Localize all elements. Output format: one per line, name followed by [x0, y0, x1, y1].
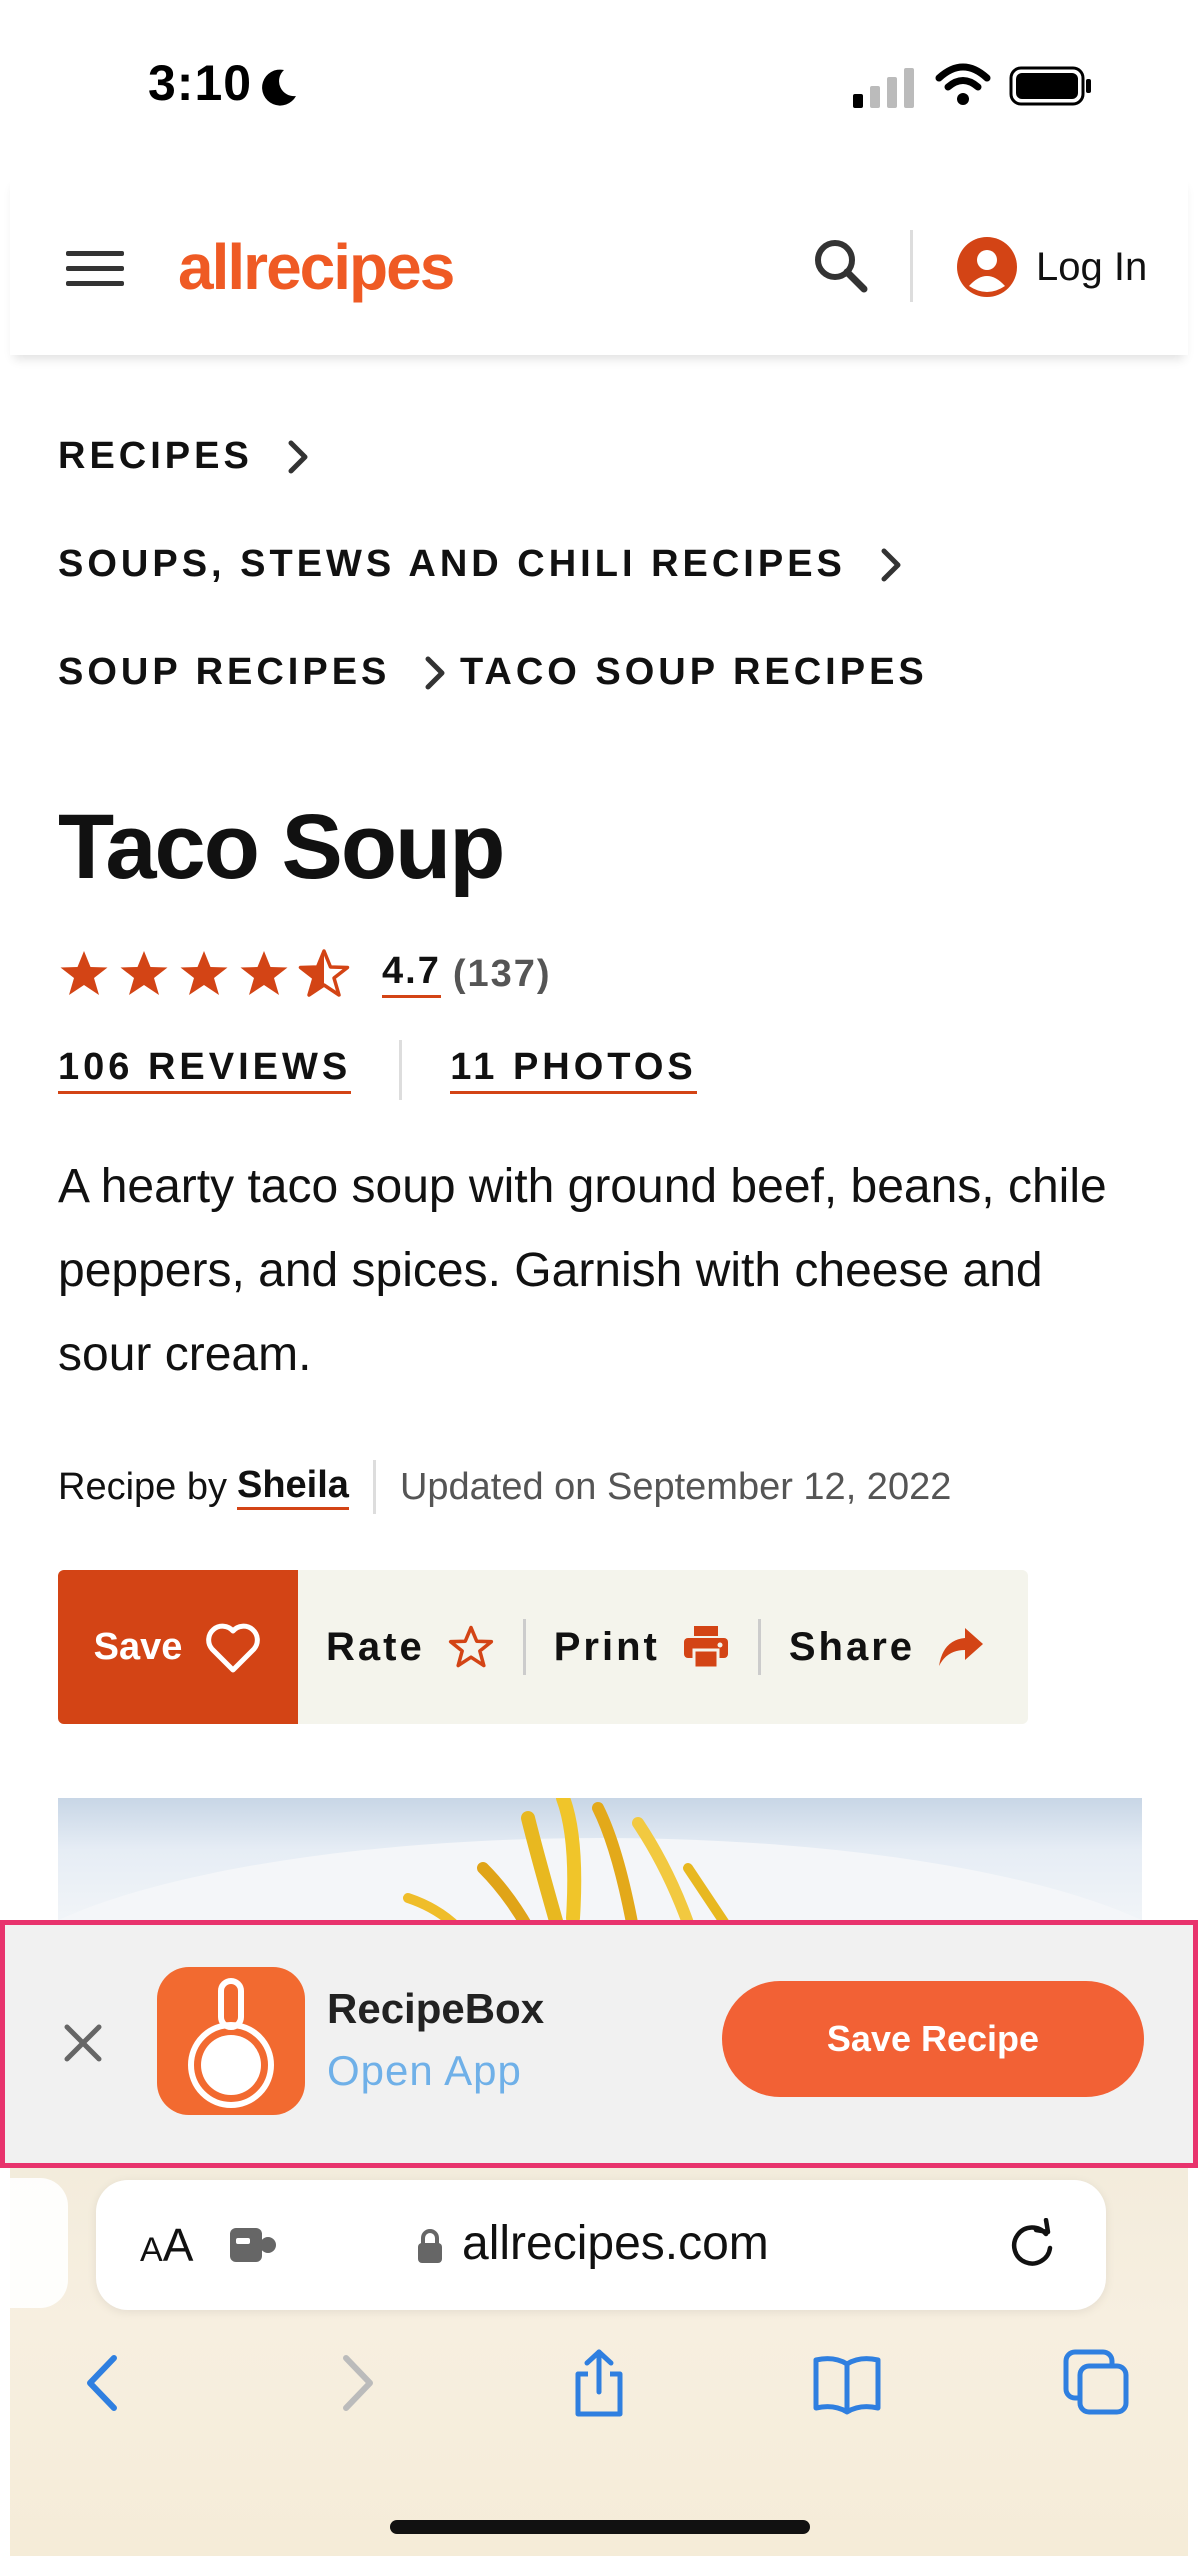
- save-recipe-button[interactable]: Save Recipe: [722, 1981, 1144, 2097]
- tabs-icon[interactable]: [1062, 2348, 1132, 2418]
- page-title: Taco Soup: [58, 796, 505, 898]
- app-name: RecipeBox: [327, 1985, 545, 2032]
- browser-nav-row: [10, 2348, 1188, 2458]
- chevron-right-icon: [425, 656, 445, 689]
- photos-link[interactable]: 11 PHOTOS: [450, 1046, 697, 1094]
- login-button[interactable]: Log In: [956, 233, 1147, 301]
- breadcrumb-link-soup-recipes[interactable]: SOUP RECIPES: [58, 651, 446, 694]
- app-smart-banner: RecipeBox Open App Save Recipe: [0, 1920, 1198, 2168]
- browser-toolbar: AA allrecipes.com: [10, 2168, 1188, 2556]
- bookmarks-icon[interactable]: [812, 2348, 882, 2418]
- print-button[interactable]: Print: [526, 1624, 758, 1670]
- share-button[interactable]: Share: [761, 1624, 1013, 1670]
- search-icon[interactable]: [810, 235, 872, 297]
- reload-icon[interactable]: [1006, 2218, 1058, 2272]
- star-icon: [180, 951, 228, 995]
- breadcrumb-label: SOUP RECIPES: [58, 651, 391, 693]
- allrecipes-logo[interactable]: allrecipes: [178, 230, 455, 310]
- breadcrumb-link-recipes[interactable]: RECIPES: [58, 435, 309, 478]
- heart-icon: [206, 1623, 261, 1673]
- review-photo-links: 106 REVIEWS 11 PHOTOS: [58, 1040, 697, 1100]
- print-label: Print: [553, 1624, 660, 1669]
- recipe-byline: Recipe by Sheila Updated on September 12…: [58, 1460, 951, 1514]
- moon-icon: [262, 69, 296, 106]
- aa-large: A: [162, 2219, 194, 2271]
- star-icon: [240, 951, 288, 995]
- breadcrumb-label: RECIPES: [58, 435, 253, 477]
- cheese-garnish-graphic: [58, 1798, 1142, 1928]
- url-text: allrecipes.com: [462, 2217, 769, 2270]
- author-link[interactable]: Sheila: [236, 1464, 349, 1510]
- breadcrumb-label: TACO SOUP RECIPES: [460, 651, 928, 693]
- byline-prefix: Recipe by: [58, 1465, 227, 1508]
- share-label: Share: [788, 1624, 915, 1669]
- reviews-link[interactable]: 106 REVIEWS: [58, 1046, 352, 1094]
- rate-label: Rate: [326, 1624, 425, 1669]
- star-outline-icon: [448, 1625, 493, 1668]
- save-label: Save: [93, 1625, 183, 1668]
- share-icon[interactable]: [564, 2348, 634, 2418]
- rating-stars: [58, 948, 350, 1000]
- logo-text: allrecipes: [178, 231, 455, 303]
- updated-date: Updated on September 12, 2022: [399, 1465, 952, 1508]
- recipe-action-bar: Save Rate Print Share: [58, 1570, 1028, 1724]
- byline-divider: [372, 1460, 376, 1514]
- battery-icon: [1009, 66, 1091, 106]
- login-label: Log In: [1036, 244, 1148, 289]
- aa-small: A: [140, 2231, 163, 2269]
- recipebox-app-icon: [157, 1967, 305, 2115]
- skillet-icon: [188, 1978, 274, 2108]
- hamburger-menu-icon[interactable]: [66, 249, 124, 289]
- status-bar: 3:10: [0, 0, 1198, 175]
- recipe-description: A hearty taco soup with ground beef, bea…: [58, 1160, 1107, 1381]
- breadcrumb-label: SOUPS, STEWS AND CHILI RECIPES: [58, 543, 846, 585]
- home-indicator[interactable]: [390, 2520, 810, 2534]
- recipe-photo[interactable]: [58, 1798, 1142, 1928]
- address-bar[interactable]: AA allrecipes.com: [96, 2180, 1106, 2310]
- header-divider: [910, 230, 913, 302]
- close-icon[interactable]: [57, 2017, 109, 2069]
- star-icon: [60, 951, 108, 995]
- rating-value: 4.7: [382, 950, 441, 998]
- user-icon: [957, 237, 1017, 297]
- breadcrumb-link-soups[interactable]: SOUPS, STEWS AND CHILI RECIPES: [58, 543, 902, 586]
- chevron-right-icon: [288, 440, 308, 473]
- share-arrow-icon: [939, 1628, 983, 1666]
- rate-button[interactable]: Rate: [298, 1624, 523, 1670]
- links-divider: [399, 1040, 403, 1100]
- rating-count: (137): [452, 952, 552, 995]
- half-star-icon: [298, 949, 350, 997]
- status-time: 3:10: [148, 55, 253, 111]
- site-header: allrecipes Log In: [10, 175, 1188, 355]
- lock-icon: [418, 2229, 442, 2263]
- printer-icon: [683, 1626, 728, 1670]
- star-icon: [120, 951, 168, 995]
- wifi-icon: [935, 63, 991, 105]
- rating-row[interactable]: 4.7 (137): [58, 948, 552, 1000]
- page-settings-button[interactable]: AA: [140, 2218, 193, 2272]
- breadcrumb-link-taco-soup[interactable]: TACO SOUP RECIPES: [460, 651, 928, 694]
- back-icon[interactable]: [70, 2348, 140, 2418]
- extension-icon[interactable]: [228, 2224, 280, 2266]
- open-app-link[interactable]: Open App: [327, 2047, 522, 2095]
- save-button[interactable]: Save: [58, 1570, 298, 1724]
- previous-tab-peek[interactable]: [10, 2178, 68, 2308]
- forward-icon[interactable]: [320, 2348, 390, 2418]
- cellular-signal-icon: [853, 68, 914, 108]
- chevron-right-icon: [881, 548, 901, 581]
